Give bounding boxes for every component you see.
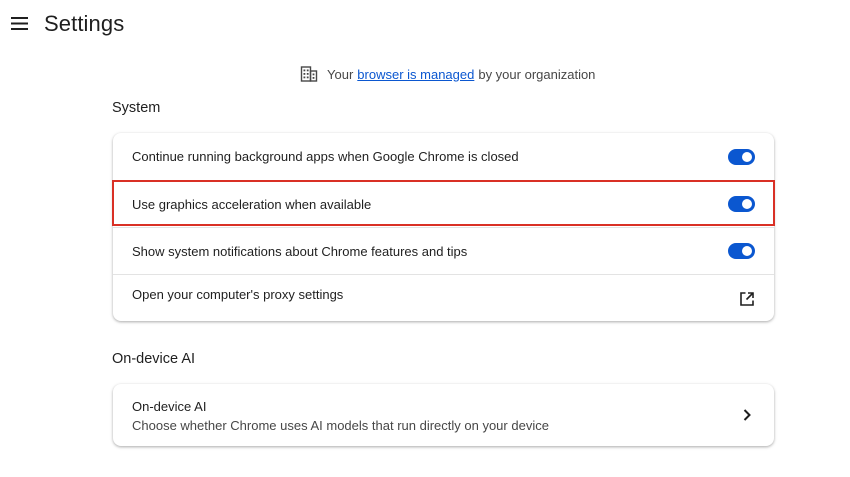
toggle-knob: [742, 246, 752, 256]
section-title-system: System: [112, 100, 161, 116]
system-notifications-toggle[interactable]: [728, 243, 755, 259]
setting-label: Continue running background apps when Go…: [132, 149, 519, 164]
toggle-knob: [742, 199, 752, 209]
chevron-right-icon[interactable]: [742, 408, 752, 422]
setting-row-proxy-settings[interactable]: Open your computer's proxy settings: [113, 274, 774, 321]
managed-prefix: Your: [327, 66, 354, 82]
setting-label: Open your computer's proxy settings: [132, 287, 344, 302]
setting-row-on-device-ai[interactable]: On-device AI Choose whether Chrome uses …: [113, 384, 774, 446]
system-card: Continue running background apps when Go…: [113, 133, 774, 321]
setting-row-graphics-acceleration[interactable]: Use graphics acceleration when available: [113, 180, 774, 227]
browser-managed-link[interactable]: browser is managed: [357, 67, 474, 82]
open-in-new-icon[interactable]: [739, 291, 755, 307]
setting-label: On-device AI: [132, 399, 207, 414]
hamburger-menu-icon: [11, 17, 28, 30]
managed-notice: Your browser is managed by your organiza…: [300, 64, 595, 84]
setting-label: Use graphics acceleration when available: [132, 196, 372, 212]
graphics-acceleration-toggle[interactable]: [728, 196, 755, 212]
building-icon: [300, 66, 318, 82]
setting-row-background-apps[interactable]: Continue running background apps when Go…: [113, 133, 774, 180]
menu-button[interactable]: [10, 14, 30, 34]
managed-suffix: by your organization: [478, 66, 596, 82]
setting-sublabel: Choose whether Chrome uses AI models tha…: [132, 418, 549, 433]
setting-row-system-notifications[interactable]: Show system notifications about Chrome f…: [113, 227, 774, 274]
toggle-knob: [742, 151, 752, 162]
setting-label: Show system notifications about Chrome f…: [132, 243, 468, 259]
background-apps-toggle[interactable]: [728, 148, 755, 165]
section-title-on-device-ai: On-device AI: [112, 351, 196, 367]
page-title: Settings: [44, 11, 125, 36]
on-device-ai-card: On-device AI Choose whether Chrome uses …: [113, 384, 774, 446]
top-bar: Settings: [0, 0, 850, 52]
